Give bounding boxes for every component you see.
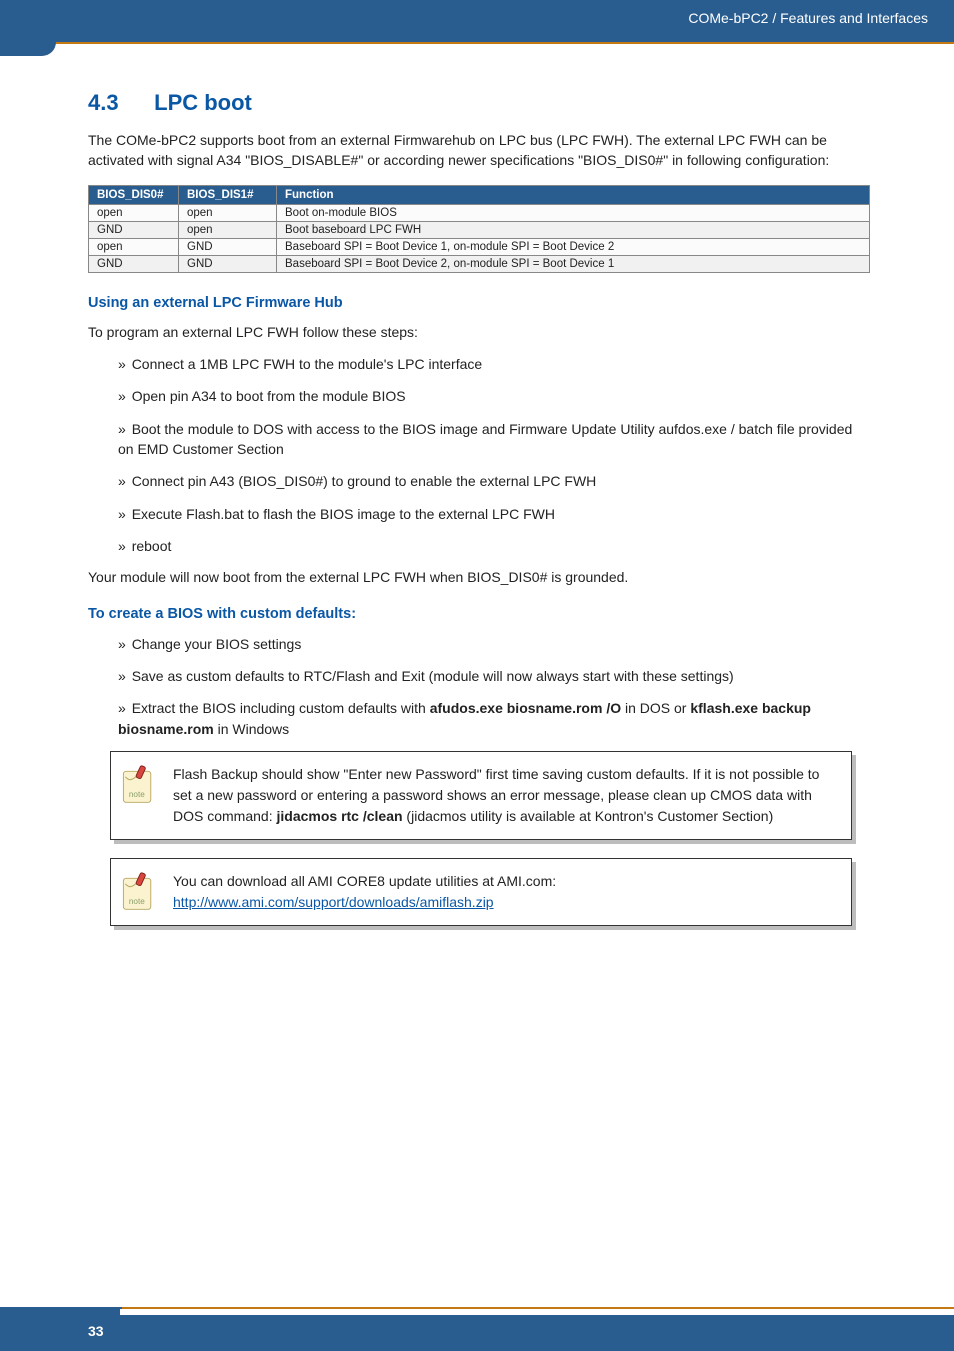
svg-text:note: note: [129, 897, 145, 906]
table-row: GND open Boot baseboard LPC FWH: [89, 221, 870, 238]
footer-gap: [120, 1309, 954, 1315]
header-breadcrumb: COMe-bPC2 / Features and Interfaces: [688, 10, 928, 26]
section-number: 4.3: [88, 90, 148, 116]
sub1-steps: » Connect a 1MB LPC FWH to the module's …: [118, 354, 870, 556]
svg-text:note: note: [129, 790, 145, 799]
section-heading: 4.3 LPC boot: [88, 90, 870, 116]
note-1-text: Flash Backup should show "Enter new Pass…: [173, 760, 837, 831]
header-corner-tab: [0, 0, 56, 56]
table-row: open GND Baseboard SPI = Boot Device 1, …: [89, 238, 870, 255]
sub1-heading: Using an external LPC Firmware Hub: [88, 295, 870, 311]
sub2-steps: » Change your BIOS settings » Save as cu…: [118, 634, 870, 739]
list-item: » Boot the module to DOS with access to …: [118, 419, 870, 460]
footer-accent-line: [122, 1307, 954, 1309]
list-item: » Change your BIOS settings: [118, 634, 870, 654]
table-header-row: BIOS_DIS0# BIOS_DIS1# Function: [89, 185, 870, 204]
section-intro: The COMe-bPC2 supports boot from an exte…: [88, 130, 870, 171]
note-box-2: note You can download all AMI CORE8 upda…: [110, 858, 852, 926]
header-bar: COMe-bPC2 / Features and Interfaces: [0, 0, 954, 42]
page: COMe-bPC2 / Features and Interfaces 4.3 …: [0, 0, 954, 1351]
th-function: Function: [277, 185, 870, 204]
list-item: » Connect a 1MB LPC FWH to the module's …: [118, 354, 870, 374]
page-number: 33: [88, 1323, 104, 1339]
sub1-lead: To program an external LPC FWH follow th…: [88, 323, 870, 343]
sub1-closing: Your module will now boot from the exter…: [88, 568, 870, 588]
note-box-1: note Flash Backup should show "Enter new…: [110, 751, 852, 840]
header-underline: [0, 42, 954, 44]
table-row: open open Boot on-module BIOS: [89, 204, 870, 221]
ami-download-link[interactable]: http://www.ami.com/support/downloads/ami…: [173, 894, 494, 910]
note-icon: note: [119, 764, 157, 806]
content-area: 4.3 LPC boot The COMe-bPC2 supports boot…: [88, 90, 870, 944]
sub2-heading: To create a BIOS with custom defaults:: [88, 606, 870, 622]
table-row: GND GND Baseboard SPI = Boot Device 2, o…: [89, 255, 870, 272]
list-item: » Save as custom defaults to RTC/Flash a…: [118, 666, 870, 686]
note-2-text: You can download all AMI CORE8 update ut…: [173, 867, 560, 917]
section-title: LPC boot: [154, 90, 252, 115]
list-item: » Open pin A34 to boot from the module B…: [118, 386, 870, 406]
list-item: » Execute Flash.bat to flash the BIOS im…: [118, 504, 870, 524]
list-item: » Extract the BIOS including custom defa…: [118, 698, 870, 739]
th-dis0: BIOS_DIS0#: [89, 185, 179, 204]
note-icon: note: [119, 871, 157, 913]
list-item: » Connect pin A43 (BIOS_DIS0#) to ground…: [118, 471, 870, 491]
bios-config-table: BIOS_DIS0# BIOS_DIS1# Function open open…: [88, 185, 870, 273]
list-item: » reboot: [118, 536, 870, 556]
th-dis1: BIOS_DIS1#: [179, 185, 277, 204]
